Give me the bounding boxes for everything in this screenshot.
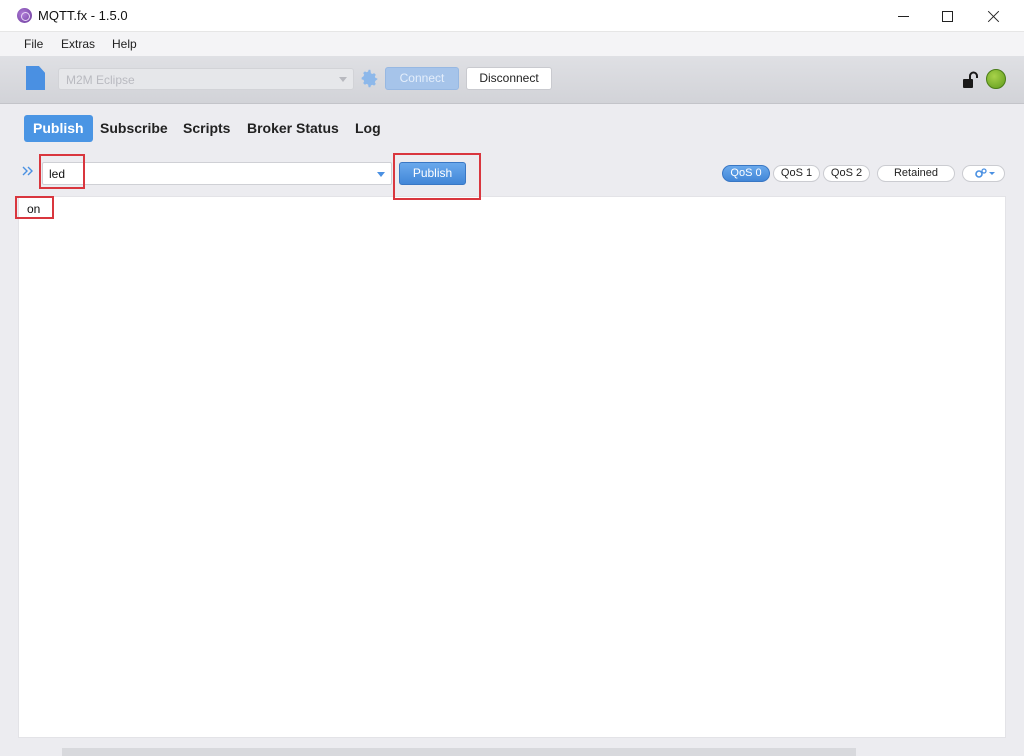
minimize-button[interactable]	[880, 0, 926, 32]
connection-profile-select[interactable]: M2M Eclipse	[58, 68, 354, 90]
tab-subscribe[interactable]: Subscribe	[91, 115, 177, 142]
publish-button[interactable]: Publish	[399, 162, 466, 185]
horizontal-scrollbar[interactable]	[62, 748, 856, 756]
tab-bar: Publish Subscribe Scripts Broker Status …	[0, 104, 1024, 150]
qos2-toggle[interactable]: QoS 2	[823, 165, 870, 182]
close-icon	[987, 10, 1000, 23]
qos0-toggle[interactable]: QoS 0	[722, 165, 770, 182]
connection-profile-value: M2M Eclipse	[66, 73, 135, 87]
connect-button[interactable]: Connect	[385, 67, 459, 90]
menu-extras[interactable]: Extras	[61, 37, 95, 51]
topic-dropdown-button[interactable]	[372, 162, 392, 185]
menu-help[interactable]: Help	[112, 37, 137, 51]
tab-broker-status[interactable]: Broker Status	[238, 115, 348, 142]
maximize-icon	[941, 10, 953, 22]
menu-file[interactable]: File	[24, 37, 43, 51]
chevron-down-icon	[339, 77, 347, 82]
minimize-icon	[897, 15, 909, 17]
maximize-button[interactable]	[924, 0, 970, 32]
topic-input[interactable]	[42, 162, 374, 185]
title-bar: MQTT.fx - 1.5.0	[0, 0, 1024, 32]
tab-scripts[interactable]: Scripts	[174, 115, 239, 142]
gear-icon[interactable]	[359, 68, 380, 89]
retained-toggle[interactable]: Retained	[877, 165, 955, 182]
menu-bar: File Extras Help	[0, 32, 1024, 56]
payload-editor[interactable]: on	[18, 196, 1006, 738]
tab-log[interactable]: Log	[346, 115, 390, 142]
tab-publish[interactable]: Publish	[24, 115, 93, 142]
window-title: MQTT.fx - 1.5.0	[38, 8, 128, 23]
file-icon[interactable]	[26, 66, 45, 90]
connection-status-icon	[986, 69, 1006, 89]
unlock-icon	[963, 71, 978, 88]
qos1-toggle[interactable]: QoS 1	[773, 165, 820, 182]
connection-toolbar: M2M Eclipse Connect Disconnect	[0, 56, 1024, 104]
double-chevron-right-icon[interactable]	[22, 165, 34, 177]
gears-dropdown-icon	[975, 168, 995, 178]
close-button[interactable]	[970, 0, 1016, 32]
options-dropdown-button[interactable]	[962, 165, 1005, 182]
disconnect-button[interactable]: Disconnect	[466, 67, 552, 90]
mqtt-fx-icon	[17, 8, 32, 23]
